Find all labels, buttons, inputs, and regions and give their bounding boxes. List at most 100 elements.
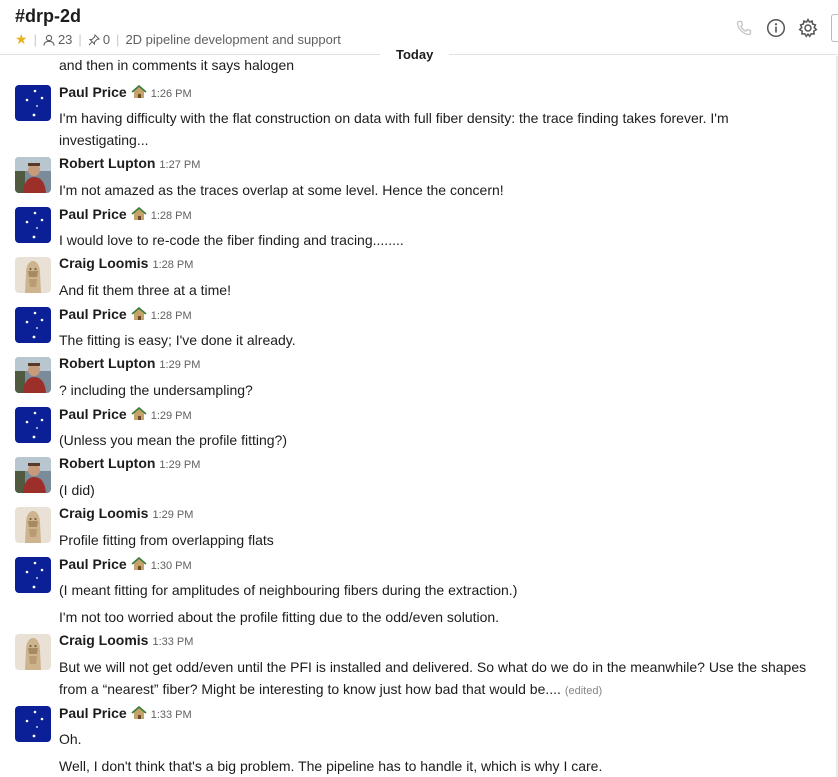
gear-icon[interactable] bbox=[797, 17, 819, 39]
channel-meta: ★ | 23 | 0 | 2D pipeline development and… bbox=[15, 31, 341, 48]
message-body: But we will not get odd/even until the P… bbox=[59, 659, 807, 697]
message-body: (I did) bbox=[59, 482, 95, 498]
message-body: Oh. bbox=[59, 731, 82, 747]
message-body: (I meant fitting for amplitudes of neigh… bbox=[59, 582, 518, 598]
house-status-icon[interactable] bbox=[131, 705, 147, 720]
flag-avatar[interactable] bbox=[15, 557, 51, 593]
message-list[interactable]: and then in comments it says halogen Pau… bbox=[0, 56, 830, 777]
statue-avatar[interactable] bbox=[15, 507, 51, 543]
message-header: Paul Price 1:33 PM bbox=[59, 704, 192, 721]
pin-count[interactable]: 0 bbox=[103, 32, 110, 47]
message-text: I'm not too worried about the profile fi… bbox=[59, 606, 819, 628]
sender-name[interactable]: Paul Price bbox=[59, 705, 127, 721]
flag-avatar[interactable] bbox=[15, 307, 51, 343]
flag-avatar[interactable] bbox=[15, 407, 51, 443]
sender-name[interactable]: Robert Lupton bbox=[59, 455, 155, 471]
sender-name[interactable]: Craig Loomis bbox=[59, 255, 148, 271]
date-divider-label: Today bbox=[396, 47, 434, 62]
house-status-icon[interactable] bbox=[131, 84, 147, 99]
sender-name[interactable]: Craig Loomis bbox=[59, 505, 148, 521]
member-icon[interactable] bbox=[43, 34, 55, 46]
message-text: But we will not get odd/even until the P… bbox=[59, 656, 819, 702]
message-header: Paul Price 1:28 PM bbox=[59, 305, 192, 322]
message-header: Paul Price 1:28 PM bbox=[59, 205, 192, 222]
flag-avatar[interactable] bbox=[15, 207, 51, 243]
house-status-icon[interactable] bbox=[131, 406, 147, 421]
message-body: And fit them three at a time! bbox=[59, 282, 231, 298]
message-body: I'm having difficulty with the flat cons… bbox=[59, 110, 729, 148]
sender-name[interactable]: Craig Loomis bbox=[59, 632, 148, 648]
sender-name[interactable]: Robert Lupton bbox=[59, 155, 155, 171]
flag-avatar[interactable] bbox=[15, 706, 51, 742]
photo-avatar[interactable] bbox=[15, 157, 51, 193]
edited-label: (edited) bbox=[564, 685, 603, 697]
phone-icon[interactable] bbox=[733, 17, 755, 39]
timestamp[interactable]: 1:27 PM bbox=[159, 159, 200, 171]
timestamp[interactable]: 1:33 PM bbox=[152, 636, 193, 648]
message-text: And fit them three at a time! bbox=[59, 279, 819, 301]
channel-name[interactable]: #drp-2d bbox=[15, 6, 81, 27]
message-header: Craig Loomis 1:29 PM bbox=[59, 505, 193, 521]
message-header: Craig Loomis 1:28 PM bbox=[59, 255, 193, 271]
timestamp[interactable]: 1:29 PM bbox=[151, 410, 192, 422]
message-body: The fitting is easy; I've done it alread… bbox=[59, 332, 296, 348]
message-text: The fitting is easy; I've done it alread… bbox=[59, 329, 819, 351]
house-status-icon[interactable] bbox=[131, 556, 147, 571]
house-status-icon[interactable] bbox=[131, 206, 147, 221]
info-icon[interactable] bbox=[765, 17, 787, 39]
message-header: Paul Price 1:30 PM bbox=[59, 555, 192, 572]
timestamp[interactable]: 1:28 PM bbox=[151, 210, 192, 222]
message-header: Robert Lupton 1:29 PM bbox=[59, 455, 200, 471]
timestamp[interactable]: 1:33 PM bbox=[151, 709, 192, 721]
message-text: (I meant fitting for amplitudes of neigh… bbox=[59, 579, 819, 601]
statue-avatar[interactable] bbox=[15, 257, 51, 293]
pin-icon[interactable] bbox=[88, 33, 100, 46]
message-text: I'm not amazed as the traces overlap at … bbox=[59, 179, 819, 201]
message-text: I'm having difficulty with the flat cons… bbox=[59, 107, 819, 151]
meta-divider: | bbox=[78, 32, 82, 47]
flag-avatar[interactable] bbox=[15, 85, 51, 121]
sender-name[interactable]: Paul Price bbox=[59, 406, 127, 422]
meta-divider: | bbox=[33, 32, 37, 47]
channel-topic[interactable]: 2D pipeline development and support bbox=[125, 32, 340, 47]
message-text: (I did) bbox=[59, 479, 819, 501]
meta-divider: | bbox=[116, 32, 120, 47]
sender-name[interactable]: Paul Price bbox=[59, 556, 127, 572]
message-text: and then in comments it says halogen bbox=[59, 57, 295, 73]
timestamp[interactable]: 1:28 PM bbox=[151, 310, 192, 322]
message-header: Craig Loomis 1:33 PM bbox=[59, 632, 193, 648]
timestamp[interactable]: 1:29 PM bbox=[159, 459, 200, 471]
message-text: (Unless you mean the profile fitting?) bbox=[59, 429, 819, 451]
sidebar-toggle[interactable] bbox=[831, 14, 838, 42]
sender-name[interactable]: Paul Price bbox=[59, 206, 127, 222]
date-divider: Today bbox=[380, 46, 450, 64]
message-text: Profile fitting from overlapping flats bbox=[59, 529, 819, 551]
timestamp[interactable]: 1:29 PM bbox=[159, 359, 200, 371]
timestamp[interactable]: 1:30 PM bbox=[151, 560, 192, 572]
sender-name[interactable]: Robert Lupton bbox=[59, 355, 155, 371]
message-text: I would love to re-code the fiber findin… bbox=[59, 229, 819, 251]
timestamp[interactable]: 1:28 PM bbox=[152, 259, 193, 271]
statue-avatar[interactable] bbox=[15, 634, 51, 670]
message-text: Oh. bbox=[59, 728, 819, 750]
header-actions bbox=[723, 14, 838, 42]
message-body: I'm not too worried about the profile fi… bbox=[59, 609, 500, 625]
photo-avatar[interactable] bbox=[15, 357, 51, 393]
photo-avatar[interactable] bbox=[15, 457, 51, 493]
message-header: Paul Price 1:26 PM bbox=[59, 83, 192, 100]
message-body: ? including the undersampling? bbox=[59, 382, 253, 398]
house-status-icon[interactable] bbox=[131, 306, 147, 321]
message-header: Paul Price 1:29 PM bbox=[59, 405, 192, 422]
sender-name[interactable]: Paul Price bbox=[59, 84, 127, 100]
timestamp[interactable]: 1:29 PM bbox=[152, 509, 193, 521]
message-header: Robert Lupton 1:29 PM bbox=[59, 355, 200, 371]
message-body: (Unless you mean the profile fitting?) bbox=[59, 432, 287, 448]
star-icon[interactable]: ★ bbox=[15, 31, 28, 48]
message-body: Profile fitting from overlapping flats bbox=[59, 532, 274, 548]
message-text: Well, I don't think that's a big problem… bbox=[59, 755, 819, 777]
message-text: ? including the undersampling? bbox=[59, 379, 819, 401]
timestamp[interactable]: 1:26 PM bbox=[151, 88, 192, 100]
member-count[interactable]: 23 bbox=[58, 32, 72, 47]
sender-name[interactable]: Paul Price bbox=[59, 306, 127, 322]
message-body: I would love to re-code the fiber findin… bbox=[59, 232, 404, 248]
